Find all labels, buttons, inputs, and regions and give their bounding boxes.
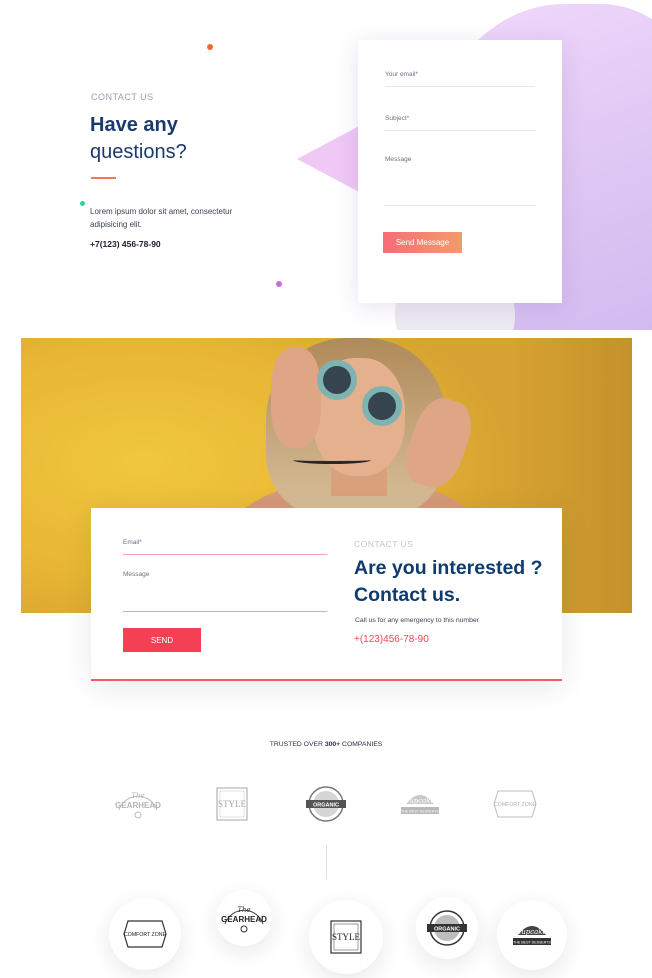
- divider-line: [326, 845, 327, 879]
- gearhead-logo-icon: The GEARHEAD: [221, 906, 267, 933]
- section-title-line2: Contact us.: [354, 584, 461, 606]
- accent-divider: [91, 177, 116, 179]
- cupcake-logo-icon[interactable]: cupcake THE BEST DESSERTS: [398, 786, 442, 822]
- comfort-zone-logo-icon[interactable]: COMFORT ZONE: [492, 787, 538, 821]
- svg-text:cupcake: cupcake: [405, 797, 434, 805]
- email-field-label: Your email*: [385, 71, 419, 78]
- green-dot-decoration: [80, 201, 85, 206]
- svg-text:ORGANIC: ORGANIC: [313, 803, 339, 809]
- message-field-label: Message: [385, 156, 412, 163]
- organic-logo-icon[interactable]: ORGANIC: [305, 784, 347, 824]
- trusted-heading: TRUSTED OVER 300+ COMPANIES: [269, 741, 383, 748]
- svg-text:GEARHEAD: GEARHEAD: [221, 915, 267, 924]
- cupcake-logo-circle[interactable]: cupcake THE BEST DESSERTS: [497, 900, 567, 970]
- organic-logo-circle[interactable]: ORGANIC: [416, 897, 478, 959]
- phone-number: +7(123) 456-78-90: [90, 239, 161, 249]
- svg-text:THE BEST DESSERTS: THE BEST DESSERTS: [401, 810, 439, 814]
- cupcake-logo-icon: cupcake THE BEST DESSERTS: [513, 926, 552, 945]
- subject-field-label: Subject*: [385, 115, 410, 122]
- style-logo-circle[interactable]: STYLE: [309, 900, 383, 974]
- svg-text:GEARHEAD: GEARHEAD: [115, 801, 161, 810]
- style-logo-icon: STYLE: [330, 920, 362, 954]
- gearhead-logo-circle[interactable]: The GEARHEAD: [216, 890, 272, 946]
- subject-field[interactable]: Subject*: [385, 115, 535, 131]
- svg-text:COMFORT ZONE: COMFORT ZONE: [494, 802, 536, 808]
- send-message-button[interactable]: Send Message: [383, 232, 462, 253]
- email-field[interactable]: Your email*: [385, 71, 535, 87]
- section-title-bold: Have any: [90, 114, 178, 136]
- contact-form-card-2: Email* Message SEND CONTACT US Are you i…: [91, 508, 562, 681]
- section-eyebrow: CONTACT US: [354, 539, 414, 549]
- contact-form-card: Your email* Subject* Message Send Messag…: [358, 40, 562, 303]
- email-field-label: Email*: [123, 539, 142, 546]
- gearhead-logo-icon[interactable]: The GEARHEAD: [113, 786, 163, 822]
- orange-dot-decoration: [207, 44, 213, 50]
- card-accent-line: [91, 679, 562, 681]
- svg-text:STYLE: STYLE: [332, 932, 361, 942]
- svg-text:STYLE: STYLE: [218, 799, 247, 809]
- comfort-zone-logo-circle[interactable]: COMFORT ZONE: [109, 898, 181, 970]
- pink-triangle-decoration: [297, 125, 361, 193]
- send-button[interactable]: SEND: [123, 628, 201, 652]
- phone-number[interactable]: +(123)456-78-90: [354, 634, 429, 645]
- purple-dot-decoration: [276, 281, 282, 287]
- svg-text:COMFORT ZONE: COMFORT ZONE: [124, 932, 166, 938]
- section-title-line1: Are you interested ?: [354, 557, 543, 579]
- section-description: Lorem ipsum dolor sit amet, consectetur …: [90, 207, 233, 229]
- svg-text:THE BEST DESSERTS: THE BEST DESSERTS: [513, 941, 551, 945]
- section-eyebrow: CONTACT US: [91, 92, 154, 102]
- style-logo-icon[interactable]: STYLE: [216, 787, 248, 821]
- svg-text:The: The: [237, 906, 250, 914]
- emergency-text: Call us for any emergency to this number: [355, 617, 479, 624]
- contact-section-1: CONTACT US Have any questions? Lorem ips…: [0, 0, 652, 330]
- message-field[interactable]: Message: [123, 571, 327, 612]
- svg-text:ORGANIC: ORGANIC: [434, 927, 460, 933]
- email-field[interactable]: Email*: [123, 539, 327, 555]
- svg-text:cupcake: cupcake: [517, 928, 546, 936]
- svg-text:The: The: [131, 792, 144, 800]
- section-title-light: questions?: [90, 141, 187, 163]
- message-field[interactable]: Message: [385, 156, 535, 206]
- organic-logo-icon: ORGANIC: [427, 910, 467, 946]
- comfort-zone-logo-icon: COMFORT ZONE: [123, 920, 167, 948]
- message-field-label: Message: [123, 571, 150, 578]
